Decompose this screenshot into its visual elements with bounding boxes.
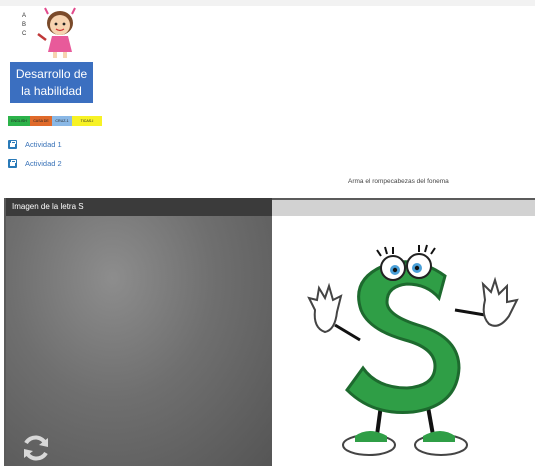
skill-button-line2: la habilidad (21, 83, 82, 98)
legend-item: TICAS-I (72, 116, 102, 126)
skill-development-button[interactable]: Desarrollo de la habilidad (10, 62, 93, 103)
puzzle-left-title: Imagen de la letra S (6, 198, 272, 216)
puzzle-caption: Arma el rompecabezas del fonema (348, 178, 449, 185)
activity-label[interactable]: Actividad 2 (25, 159, 62, 168)
girl-mascot-icon (37, 7, 76, 58)
legend-item: ENGLISH (8, 116, 30, 126)
puzzle-top-strip (272, 200, 535, 216)
activity-link-2[interactable]: Actividad 2 (8, 157, 62, 169)
briefcase-icon (8, 158, 17, 168)
briefcase-icon (8, 139, 17, 149)
activity-link-1[interactable]: Actividad 1 (8, 138, 62, 150)
letter-s-character-icon (307, 244, 519, 456)
puzzle-piece-panel[interactable] (6, 198, 272, 466)
refresh-icon[interactable] (20, 432, 52, 464)
legend-item: CASA DE (30, 116, 52, 126)
activity-label[interactable]: Actividad 1 (25, 140, 62, 149)
legend-bar: ENGLISH CASA DE CRUZ-1 TICAS-I (8, 116, 102, 126)
legend-item: CRUZ-1 (52, 116, 72, 126)
skill-button-line1: Desarrollo de (15, 66, 88, 81)
